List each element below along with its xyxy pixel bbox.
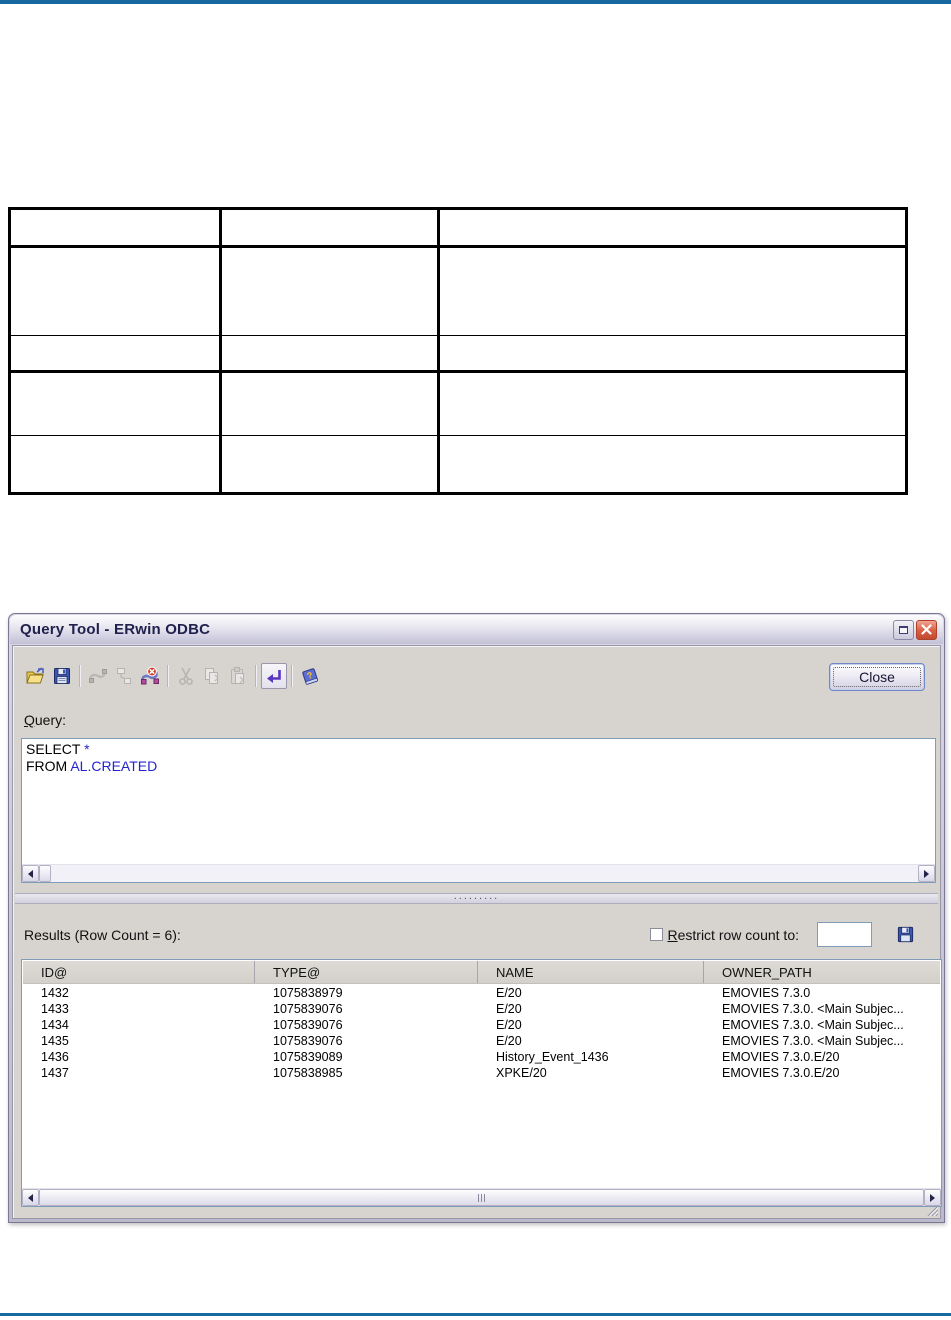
query-label-rest: uery:	[34, 712, 67, 728]
disconnect-icon	[141, 666, 159, 685]
query-editor[interactable]: SELECT * FROM AL.CREATED	[21, 738, 936, 883]
open-button[interactable]	[23, 663, 49, 689]
query-hscrollbar[interactable]	[22, 864, 935, 882]
paste-button[interactable]	[225, 663, 251, 689]
window-content: ? Close Query: SELECT * FROM AL.CREATED	[12, 645, 942, 1219]
toolbar-separator	[291, 665, 293, 687]
save-results-icon[interactable]	[896, 925, 915, 944]
entities-icon	[117, 668, 131, 684]
table-cell	[440, 373, 905, 436]
column-header[interactable]: NAME	[478, 961, 704, 983]
close-button-label: Close	[833, 667, 921, 687]
restrict-row-count-input[interactable]	[817, 922, 872, 947]
results-label: Results (Row Count = 6):	[24, 927, 181, 943]
table-cell	[11, 210, 222, 248]
query-line: FROM AL.CREATED	[26, 758, 158, 774]
window-title: Query Tool - ERwin ODBC	[20, 621, 211, 638]
close-window-button[interactable]	[916, 619, 937, 640]
disconnect-button[interactable]	[137, 663, 163, 689]
table-cell	[440, 210, 905, 248]
table-cell	[440, 336, 905, 373]
table-cell	[440, 436, 905, 492]
results-rows: 1432 1075838979 E/20 EMOVIES 7.3.0 1433 1075…	[23, 985, 940, 1187]
query-text: SELECT * FROM AL.CREATED	[26, 741, 931, 862]
table-cell	[222, 336, 440, 373]
scroll-left-button[interactable]	[22, 1189, 39, 1206]
maximize-button[interactable]	[893, 619, 914, 640]
results-header: ID@ TYPE@ NAME OWNER_PATH	[23, 961, 940, 984]
table-cell	[11, 373, 222, 436]
toolbar-separator	[167, 665, 169, 687]
table-cell	[222, 248, 440, 336]
save-icon	[54, 668, 70, 684]
scroll-right-icon	[930, 1193, 935, 1202]
entities-button[interactable]	[111, 663, 137, 689]
cut-button[interactable]	[173, 663, 199, 689]
scroll-right-button[interactable]	[918, 865, 935, 882]
copy-button[interactable]	[199, 663, 225, 689]
page-top-rule	[0, 0, 951, 4]
thumb-grip	[478, 1193, 485, 1202]
save-button[interactable]	[49, 663, 75, 689]
splitter-grip: .........	[453, 890, 500, 902]
execute-icon	[267, 670, 281, 683]
result-row[interactable]: 1434 1075839076 E/20 EMOVIES 7.3.0. <Main S…	[23, 1017, 940, 1033]
results-hscrollbar[interactable]	[22, 1188, 941, 1206]
query-tool-window: Query Tool - ERwin ODBC ? Close Query: S…	[8, 613, 945, 1223]
link-icon	[89, 669, 107, 683]
query-label: Query:	[24, 712, 66, 728]
restrict-row-count-label: Restrict row count to:	[667, 926, 799, 943]
column-header[interactable]: TYPE@	[255, 961, 478, 983]
close-icon	[921, 624, 932, 635]
table-cell	[11, 436, 222, 492]
execute-query-button[interactable]	[261, 663, 287, 689]
resize-grip[interactable]	[925, 1203, 938, 1216]
scroll-left-icon	[28, 1193, 33, 1202]
scroll-left-icon	[28, 869, 33, 878]
window-titlebar[interactable]: Query Tool - ERwin ODBC	[10, 615, 943, 644]
help-icon: ?	[302, 668, 318, 685]
table-cell	[222, 210, 440, 248]
scroll-track[interactable]	[51, 865, 918, 882]
results-list[interactable]: ID@ TYPE@ NAME OWNER_PATH 1432 1075838979…	[21, 959, 942, 1207]
toolbar: ?	[23, 662, 323, 690]
column-header[interactable]: ID@	[23, 961, 255, 983]
open-icon	[26, 667, 44, 684]
result-row[interactable]: 1433 1075839076 E/20 EMOVIES 7.3.0. <Main S…	[23, 1001, 940, 1017]
column-header[interactable]: OWNER_PATH	[704, 961, 940, 983]
toolbar-separator	[255, 665, 257, 687]
table-cell	[222, 373, 440, 436]
restrict-row-count-checkbox[interactable]	[650, 928, 664, 941]
document-page: Query Tool - ERwin ODBC ? Close Query: S…	[0, 0, 951, 1320]
toolbar-separator	[79, 665, 81, 687]
help-button[interactable]: ?	[297, 663, 323, 689]
restrict-row-count-group: Restrict row count to:	[650, 922, 915, 947]
scroll-left-button[interactable]	[22, 865, 39, 882]
query-label-mnemonic: Q	[24, 712, 35, 728]
result-row[interactable]: 1436 1075839089 History_Event_1436 EMOVIES …	[23, 1049, 940, 1065]
table-cell	[440, 248, 905, 336]
scroll-right-icon	[924, 869, 929, 878]
scroll-thumb[interactable]	[39, 865, 51, 882]
pane-splitter[interactable]: .........	[15, 890, 938, 904]
maximize-icon	[899, 625, 908, 634]
result-row[interactable]: 1437 1075838985 XPKE/20 EMOVIES 7.3.0.E/20	[23, 1065, 940, 1081]
result-row[interactable]: 1432 1075838979 E/20 EMOVIES 7.3.0	[23, 985, 940, 1001]
page-bottom-rule	[0, 1313, 951, 1316]
query-line: SELECT *	[26, 741, 90, 757]
cut-icon	[179, 667, 193, 685]
table-cell	[11, 248, 222, 336]
table-cell	[11, 336, 222, 373]
table-cell	[222, 436, 440, 492]
result-row[interactable]: 1435 1075839076 E/20 EMOVIES 7.3.0. <Main S…	[23, 1033, 940, 1049]
paste-icon	[231, 667, 244, 684]
scroll-thumb[interactable]	[39, 1189, 924, 1206]
close-button[interactable]: Close	[829, 663, 925, 691]
link-tables-button[interactable]	[85, 663, 111, 689]
copy-icon	[205, 668, 219, 684]
document-table	[8, 207, 908, 495]
